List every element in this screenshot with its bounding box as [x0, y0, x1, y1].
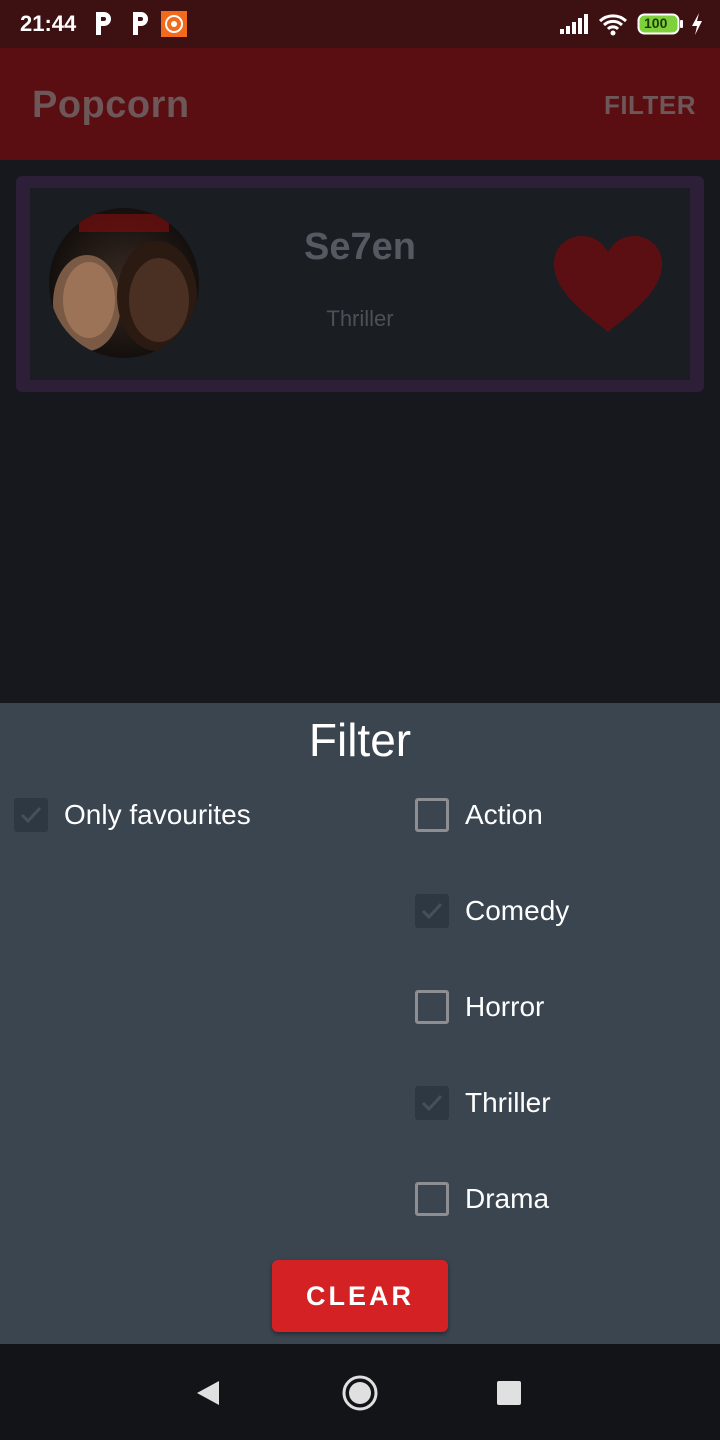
- genre-label: Horror: [465, 991, 545, 1022]
- genre-label: Comedy: [465, 895, 570, 926]
- only-favourites-label: Only favourites: [64, 799, 251, 830]
- filter-sheet: Filter Only favourites Action Comedy Hor…: [0, 703, 720, 1344]
- status-bar: 21:44 100: [0, 0, 720, 48]
- clear-button[interactable]: CLEAR: [272, 1260, 448, 1332]
- checkbox-checked-icon: [14, 798, 48, 832]
- screen-recorder-icon: [161, 11, 187, 37]
- recents-icon[interactable]: [497, 1381, 521, 1405]
- checkbox-checked-icon: [415, 894, 449, 928]
- checkbox-unchecked-icon: [415, 990, 449, 1024]
- genre-label: Action: [465, 799, 543, 830]
- favourite-heart-icon[interactable]: [552, 234, 664, 334]
- filter-sheet-title: Filter: [308, 714, 412, 766]
- checkbox-checked-icon: [415, 1086, 449, 1120]
- checkbox-unchecked-icon: [415, 1182, 449, 1216]
- home-icon[interactable]: [341, 1374, 379, 1412]
- status-time: 21:44: [20, 11, 77, 36]
- navigation-bar: [0, 1344, 720, 1440]
- app-title: Popcorn: [32, 84, 190, 126]
- app-bar: Popcorn FILTER: [0, 48, 720, 160]
- battery-icon: 100: [637, 12, 685, 36]
- checkbox-unchecked-icon: [415, 798, 449, 832]
- screen: 21:44 100 Popcorn FILTER Se7en Thriller …: [0, 0, 720, 1440]
- genre-label: Thriller: [465, 1087, 551, 1118]
- signal-icon: [560, 14, 588, 34]
- wifi-icon: [598, 14, 628, 36]
- genre-label: Drama: [465, 1183, 550, 1214]
- p-notification-icon: [96, 12, 111, 35]
- back-icon[interactable]: [195, 1379, 221, 1407]
- charging-icon: [692, 13, 702, 35]
- battery-level: 100: [644, 15, 668, 31]
- filter-button[interactable]: FILTER: [604, 90, 696, 121]
- p-notification-icon: [133, 12, 148, 35]
